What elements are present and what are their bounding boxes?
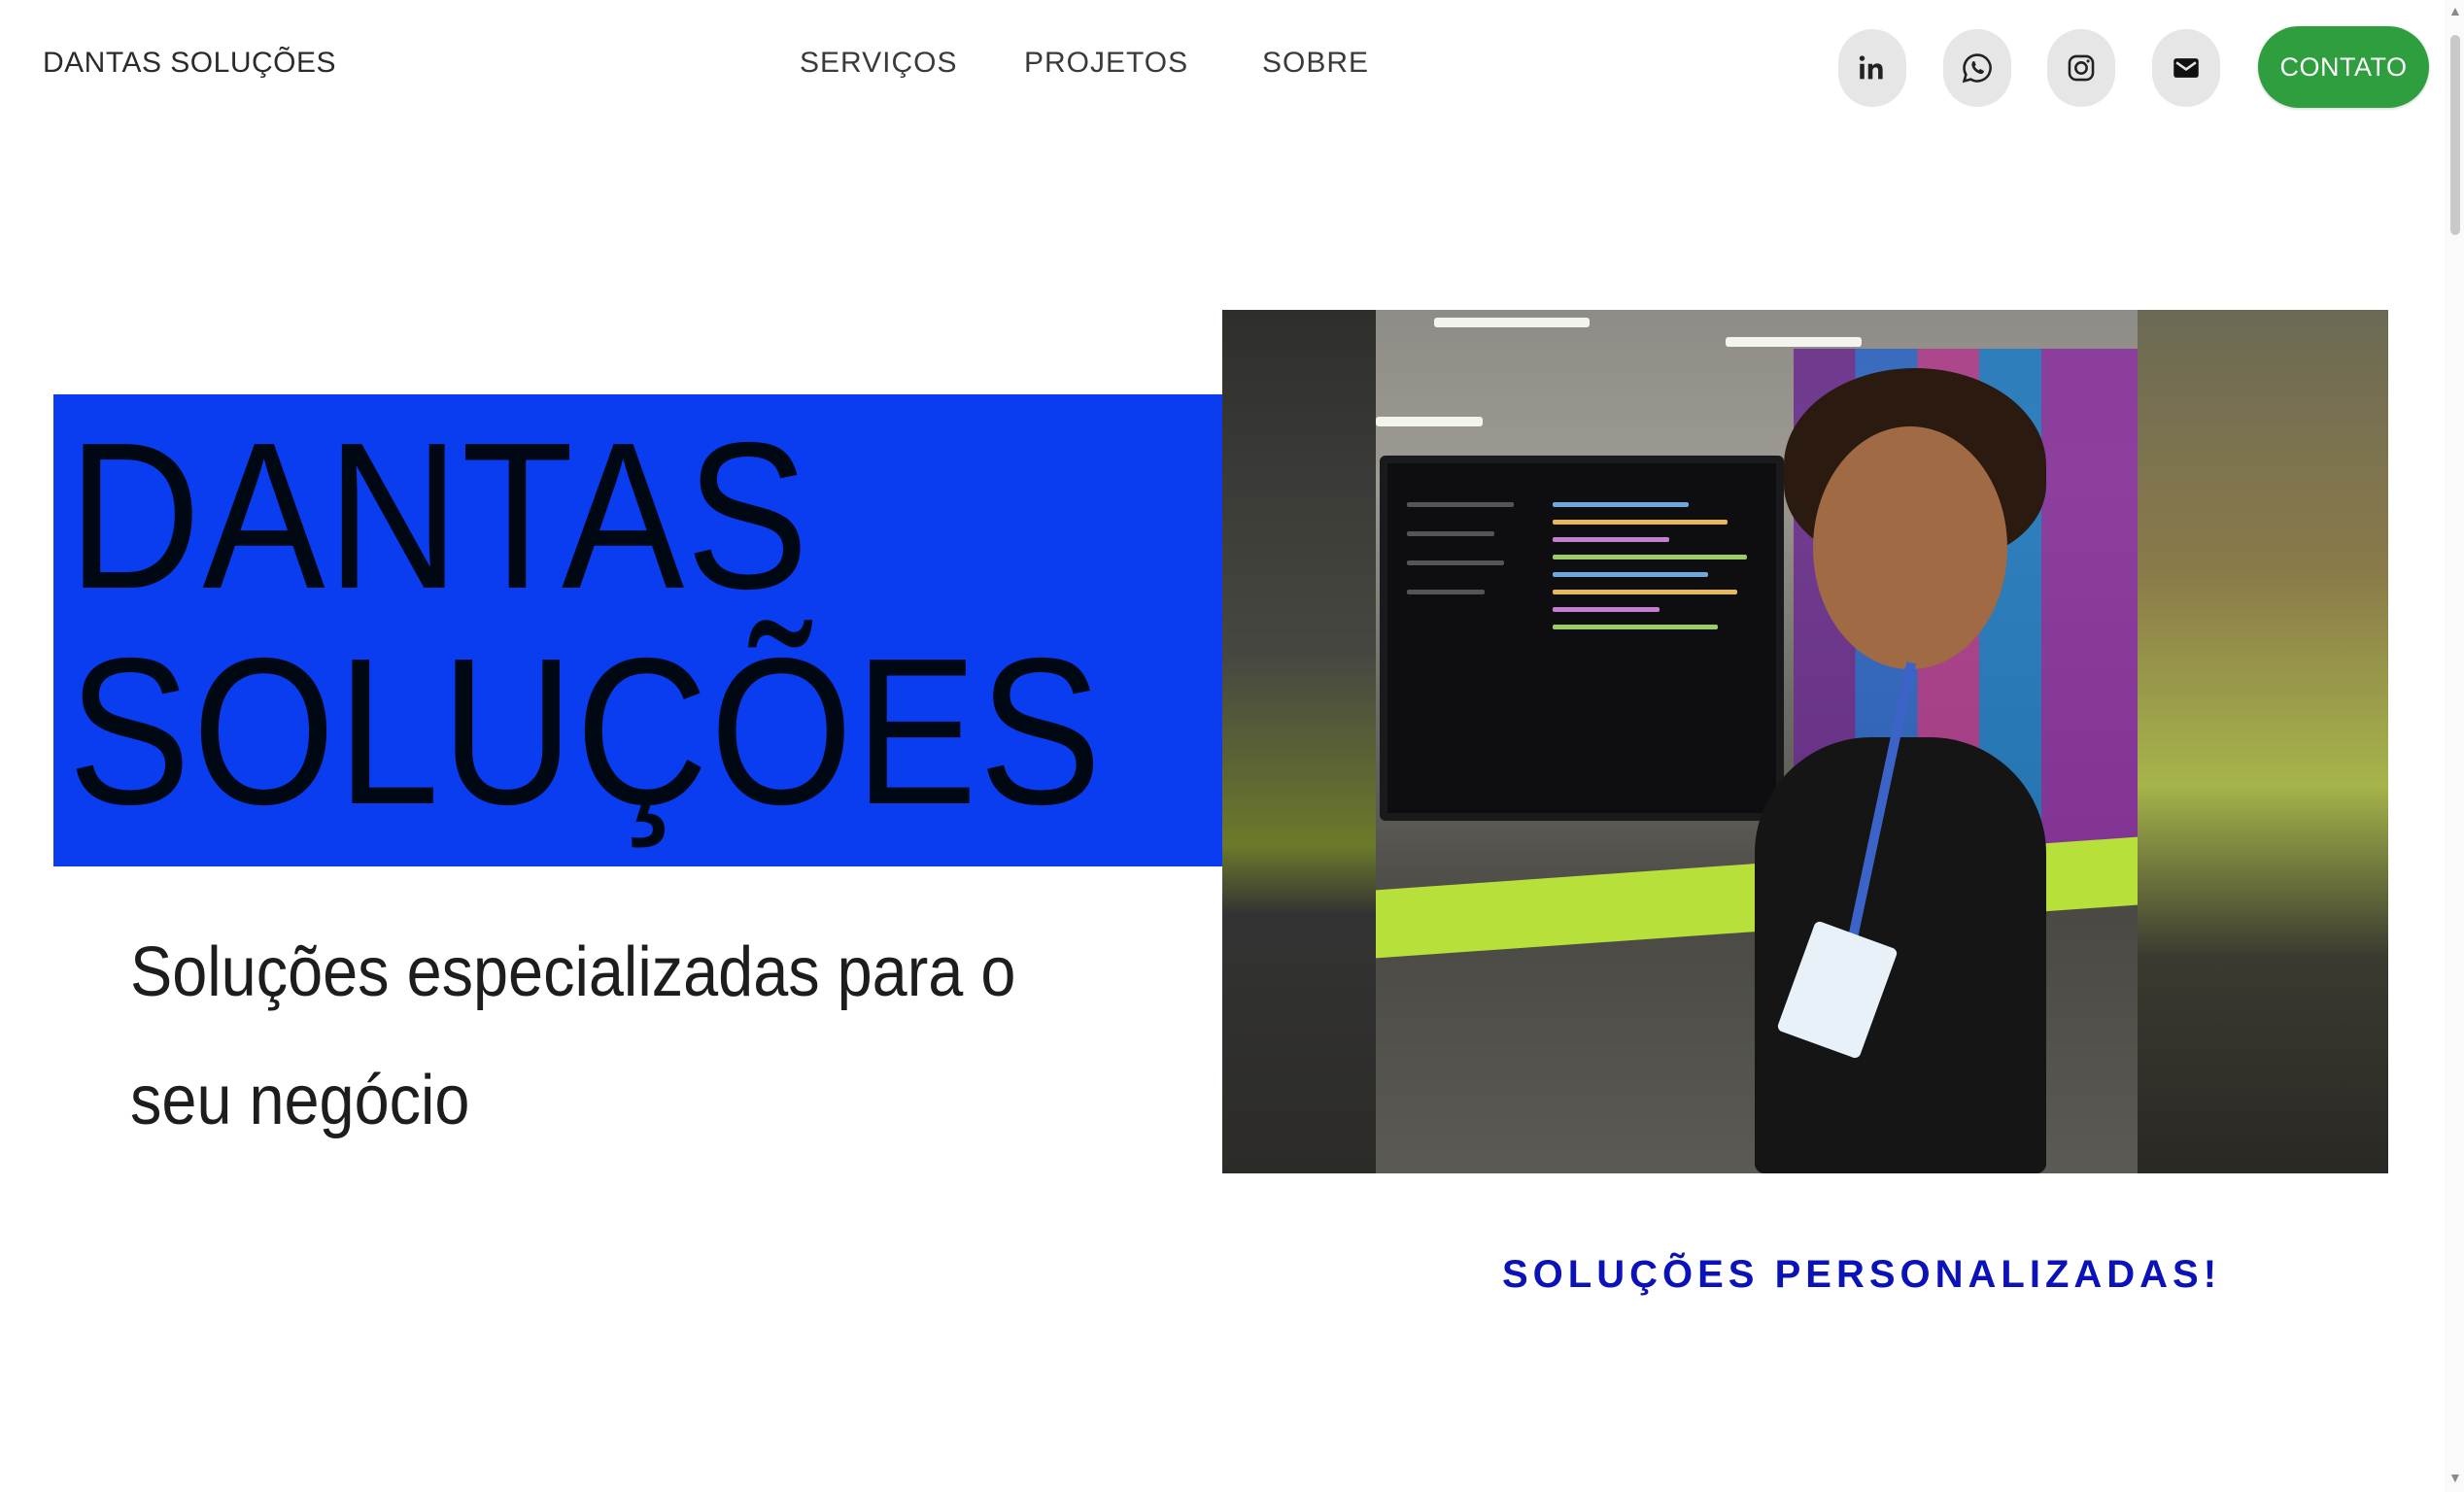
nav-link-projetos[interactable]: PROJETOS: [1024, 47, 1188, 80]
page-scrollbar[interactable]: ▲ ▼: [2445, 0, 2464, 1492]
scroll-thumb[interactable]: [2450, 35, 2460, 235]
mail-icon: [2173, 58, 2199, 78]
brand-logo-text[interactable]: DANTAS SOLUÇÕES: [43, 47, 336, 80]
hero-title-line-2: SOLUÇÕES: [68, 614, 1104, 848]
nav-link-sobre[interactable]: SOBRE: [1262, 47, 1369, 80]
hero-subtitle: Soluções especializadas para o seu negóc…: [130, 933, 1016, 1139]
instagram-icon: [2068, 54, 2095, 82]
page: DANTAS SOLUÇÕES SERVIÇOS PROJETOS SOBRE …: [0, 0, 2464, 1492]
hero-photo: [1222, 310, 2388, 1173]
photo-blur-left: [1222, 310, 1376, 1173]
hero-title-line-1: DANTAS: [68, 398, 810, 632]
hero-title: DANTAS SOLUÇÕES: [68, 408, 1104, 839]
person-body: [1755, 737, 2046, 1173]
linkedin-button[interactable]: [1838, 29, 1906, 107]
whatsapp-icon: [1962, 53, 1992, 84]
scroll-up-arrow-icon[interactable]: ▲: [2448, 4, 2462, 17]
whatsapp-button[interactable]: [1943, 29, 2011, 107]
scroll-down-arrow-icon[interactable]: ▼: [2448, 1471, 2462, 1484]
photo-blur-right: [2138, 310, 2388, 1173]
linkedin-icon: [1859, 55, 1883, 80]
person-face: [1813, 426, 2007, 669]
contact-button[interactable]: CONTATO: [2258, 26, 2429, 108]
mail-button[interactable]: [2152, 29, 2220, 107]
tagline: SOLUÇÕES PERSONALIZADAS!: [1502, 1253, 2222, 1296]
instagram-button[interactable]: [2047, 29, 2115, 107]
photo-scene: [1376, 310, 2138, 1173]
nav-link-servicos[interactable]: SERVIÇOS: [800, 47, 958, 80]
computer-monitor: [1380, 456, 1784, 821]
